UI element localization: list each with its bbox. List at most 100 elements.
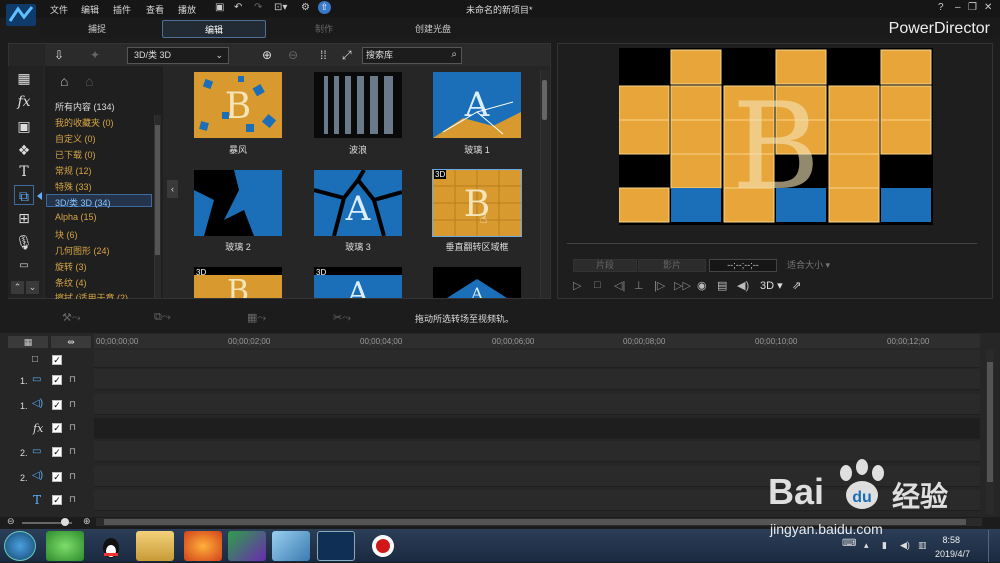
tab-produce[interactable]: 制作: [296, 20, 352, 38]
zoom-slider-handle[interactable]: [61, 518, 69, 526]
category-item[interactable]: 我的收藏夹 (0): [55, 116, 114, 129]
remove-tag-icon[interactable]: ⌂: [85, 73, 93, 89]
transition-thumb[interactable]: A: [433, 267, 521, 298]
movie-mode-button[interactable]: 影片: [638, 259, 706, 272]
category-item[interactable]: 特殊 (33): [55, 180, 92, 193]
remove-icon[interactable]: ⊖: [288, 48, 298, 62]
category-item-selected[interactable]: 3D/类 3D (34): [55, 196, 111, 209]
add-icon[interactable]: ⊕: [262, 48, 272, 62]
lock-icon[interactable]: ⊓: [69, 399, 76, 410]
timecode-display[interactable]: --;--;--;--: [709, 259, 777, 272]
transition-thumb-glass-2[interactable]: [194, 170, 282, 236]
all-tracks-checkbox[interactable]: ✓: [52, 355, 62, 365]
plugin-icon[interactable]: ✦: [90, 48, 100, 62]
track-video-1[interactable]: [94, 369, 980, 390]
timeline-view-icon[interactable]: ▦: [8, 336, 48, 348]
menu-edit[interactable]: 编辑: [81, 3, 99, 16]
taskbar-app[interactable]: [92, 531, 130, 561]
expand-icon[interactable]: ⤢: [342, 48, 352, 63]
voice-over-icon[interactable]: 🎙: [14, 232, 34, 252]
menu-view[interactable]: 查看: [146, 3, 164, 16]
transition-thumb-glass-1[interactable]: A: [433, 72, 521, 138]
minimize-icon[interactable]: –: [955, 2, 961, 13]
zoom-out-icon[interactable]: ⊖: [7, 516, 15, 527]
menu-play[interactable]: 播放: [178, 3, 196, 16]
help-icon[interactable]: ?: [938, 2, 944, 13]
fit-dropdown[interactable]: 适合大小 ▾: [783, 259, 841, 272]
track-fx[interactable]: [94, 418, 980, 439]
3d-mode-toggle[interactable]: 3D ▾: [760, 279, 783, 292]
previous-frame-icon[interactable]: ◁|: [614, 279, 625, 292]
category-item[interactable]: Alpha (15): [55, 212, 97, 222]
audio-2-checkbox[interactable]: ✓: [52, 472, 62, 482]
taskbar-app[interactable]: [46, 531, 84, 561]
time-ruler[interactable]: [94, 334, 980, 348]
lock-icon[interactable]: ⊓: [69, 374, 76, 385]
transition-thumb[interactable]: B: [194, 267, 282, 298]
chapter-room-icon[interactable]: ▭: [14, 256, 34, 276]
scroll-down-icon[interactable]: ⌄: [26, 281, 39, 294]
track-master[interactable]: [94, 350, 980, 368]
volume-icon[interactable]: ◀): [737, 279, 749, 292]
audio-mixing-icon[interactable]: ⊞: [14, 208, 34, 228]
play-icon[interactable]: ▷: [573, 279, 581, 292]
lock-icon[interactable]: ⊓: [69, 494, 76, 505]
scroll-up-icon[interactable]: ⌃: [11, 281, 24, 294]
lock-icon[interactable]: ⊓: [69, 446, 76, 457]
tab-edit[interactable]: 编辑: [162, 20, 266, 38]
category-item[interactable]: 所有内容 (134): [55, 100, 115, 113]
taskbar-app[interactable]: [272, 531, 310, 561]
video-2-checkbox[interactable]: ✓: [52, 447, 62, 457]
aspect-ratio-icon[interactable]: ⊡▾: [274, 2, 287, 13]
menu-plugins[interactable]: 插件: [113, 3, 131, 16]
video-1-checkbox[interactable]: ✓: [52, 375, 62, 385]
undock-icon[interactable]: ⇗: [792, 279, 801, 292]
transition-thumb-vertical-flip-box[interactable]: B: [432, 169, 522, 237]
track-audio-1[interactable]: [94, 394, 980, 415]
tab-create-disc[interactable]: 创建光盘: [396, 20, 470, 38]
taskbar-app-powerdirector[interactable]: [317, 531, 355, 561]
category-item[interactable]: 自定义 (0): [55, 132, 96, 145]
snapshot-icon[interactable]: ◉: [697, 279, 707, 292]
import-icon[interactable]: ⇩: [54, 48, 64, 62]
restore-icon[interactable]: ❐: [968, 2, 977, 13]
taskbar-app-recorder[interactable]: [364, 531, 402, 561]
category-item[interactable]: 块 (6): [55, 228, 78, 241]
taskbar-app[interactable]: [228, 531, 266, 561]
category-scrollbar-thumb[interactable]: [155, 125, 160, 255]
trim-icon[interactable]: ✂⤳: [333, 311, 351, 325]
taskbar-app[interactable]: [136, 531, 174, 561]
taskbar-app[interactable]: [184, 531, 222, 561]
library-scrollbar-thumb[interactable]: [542, 80, 547, 120]
save-icon[interactable]: ▣: [215, 2, 224, 13]
subtitle-icon[interactable]: ▤: [717, 279, 727, 292]
audio-1-checkbox[interactable]: ✓: [52, 400, 62, 410]
category-dropdown[interactable]: 3D/类 3D ⌄: [127, 47, 229, 64]
search-input[interactable]: 搜索库 ⌕: [362, 47, 462, 64]
title-room-icon[interactable]: T: [14, 162, 34, 182]
split-icon[interactable]: ⊥: [634, 279, 644, 292]
transition-room-icon[interactable]: ⧉: [14, 185, 34, 205]
tab-capture[interactable]: 捕捉: [62, 20, 132, 38]
particle-room-icon[interactable]: ❖: [14, 140, 34, 160]
undo-icon[interactable]: ↶: [234, 2, 242, 13]
settings-icon[interactable]: ⚙: [301, 2, 310, 13]
category-item[interactable]: 常规 (12): [55, 164, 92, 177]
lock-icon[interactable]: ⊓: [69, 471, 76, 482]
upgrade-icon[interactable]: ⇧: [318, 1, 331, 14]
next-frame-icon[interactable]: |▷: [654, 279, 665, 292]
stop-icon[interactable]: □: [594, 279, 601, 291]
pip-room-icon[interactable]: ▣: [14, 116, 34, 136]
start-button[interactable]: [4, 531, 36, 561]
fx-checkbox[interactable]: ✓: [52, 423, 62, 433]
transition-thumb-wave[interactable]: [314, 72, 402, 138]
clip-mode-button[interactable]: 片段: [573, 259, 637, 272]
media-room-icon[interactable]: ▦: [14, 68, 34, 88]
lock-icon[interactable]: ⊓: [69, 422, 76, 433]
grid-view-icon[interactable]: ⁞⁞: [320, 48, 327, 62]
add-tag-icon[interactable]: ⌂: [60, 73, 68, 89]
all-tracks-icon[interactable]: □: [32, 354, 38, 365]
transition-thumb[interactable]: A: [314, 267, 402, 298]
tools-icon[interactable]: ⚒⤳: [62, 311, 81, 325]
keyframe-icon[interactable]: ▦⤳: [247, 311, 266, 325]
